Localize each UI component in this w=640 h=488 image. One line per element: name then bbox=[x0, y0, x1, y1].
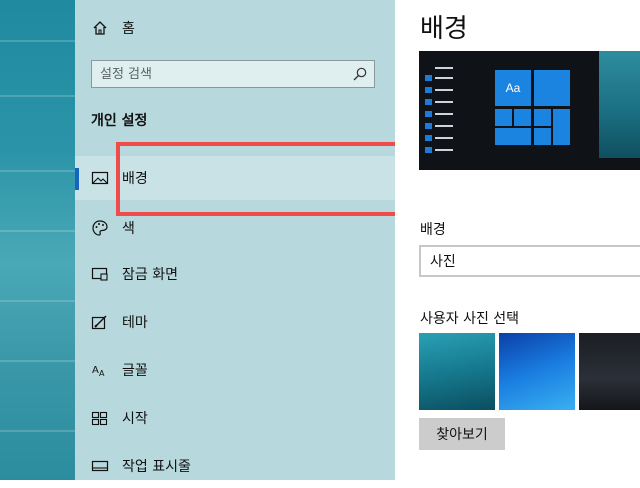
nav-item-label: 글꼴 bbox=[122, 363, 148, 379]
search-icon[interactable] bbox=[352, 66, 368, 82]
selection-indicator bbox=[75, 168, 79, 190]
nav-item-lock-screen[interactable]: 잠금 화면 bbox=[75, 252, 395, 296]
main-content: 배경 Aa 배경 사진 사용자 사진 선택 찾아보기 bbox=[395, 0, 640, 480]
nav-item-label: 시작 bbox=[122, 411, 148, 427]
preview-tiles: Aa bbox=[494, 69, 574, 159]
background-type-dropdown[interactable]: 사진 bbox=[419, 245, 640, 277]
nav-item-label: 색 bbox=[122, 221, 135, 237]
search-box[interactable] bbox=[91, 60, 375, 88]
picture-thumbnail[interactable] bbox=[419, 333, 495, 410]
preview-wallpaper bbox=[599, 51, 640, 158]
nav-home-label: 홈 bbox=[122, 21, 135, 37]
settings-nav-pane: 홈 개인 설정 배경 색 잠금 화면 테마 AA bbox=[75, 0, 450, 480]
palette-icon bbox=[91, 219, 109, 237]
preview-tile: Aa bbox=[494, 69, 532, 107]
start-icon bbox=[91, 409, 109, 427]
nav-home[interactable]: 홈 bbox=[75, 6, 395, 50]
desktop-wallpaper-strip bbox=[0, 0, 75, 480]
nav-item-fonts[interactable]: AA 글꼴 bbox=[75, 348, 395, 392]
picture-thumbnails bbox=[419, 333, 640, 410]
svg-text:A: A bbox=[99, 369, 105, 378]
nav-item-label: 작업 표시줄 bbox=[122, 459, 191, 475]
font-icon: AA bbox=[91, 361, 109, 379]
nav-item-label: 테마 bbox=[122, 315, 148, 331]
brush-icon bbox=[91, 313, 109, 331]
picture-thumbnail[interactable] bbox=[499, 333, 575, 410]
page-title: 배경 bbox=[420, 14, 468, 44]
lock-screen-icon bbox=[91, 265, 109, 283]
svg-text:A: A bbox=[92, 365, 99, 376]
nav-item-label: 잠금 화면 bbox=[122, 267, 178, 283]
search-input[interactable] bbox=[92, 61, 358, 87]
nav-item-start[interactable]: 시작 bbox=[75, 396, 395, 440]
picture-thumbnail[interactable] bbox=[579, 333, 640, 410]
preview-start-menu bbox=[425, 65, 453, 161]
choose-picture-label: 사용자 사진 선택 bbox=[420, 311, 520, 327]
home-icon bbox=[91, 19, 109, 37]
nav-item-taskbar[interactable]: 작업 표시줄 bbox=[75, 444, 395, 488]
background-type-value: 사진 bbox=[430, 254, 456, 270]
section-title: 개인 설정 bbox=[91, 113, 148, 129]
background-label: 배경 bbox=[420, 222, 446, 238]
taskbar-icon bbox=[91, 457, 109, 475]
nav-item-theme[interactable]: 테마 bbox=[75, 300, 395, 344]
desktop-preview: Aa bbox=[419, 51, 640, 170]
browse-button[interactable]: 찾아보기 bbox=[419, 418, 505, 450]
picture-icon bbox=[91, 169, 109, 187]
